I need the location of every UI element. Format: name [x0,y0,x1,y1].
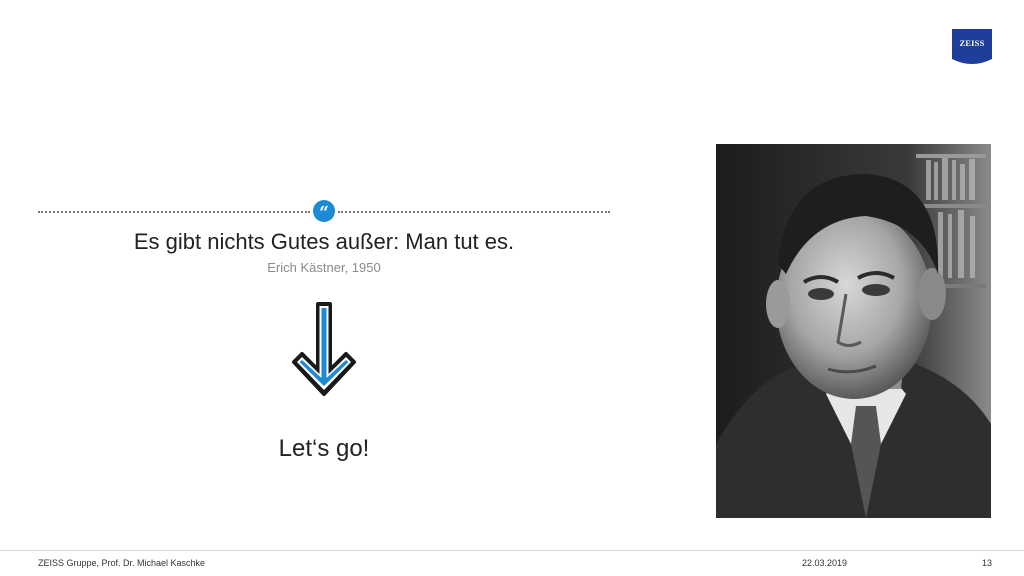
quote-author: Erich Kästner, 1950 [267,260,381,275]
cta-text: Let‘s go! [278,435,370,462]
zeiss-logo-shape [952,29,992,67]
portrait-photo [716,144,991,518]
footer-author: ZEISS Gruppe, Prof. Dr. Michael Kaschke [38,558,206,568]
quote-divider-right [338,211,610,213]
slide: ZEISS “ Es gibt nichts Gutes außer: Man … [0,0,1024,576]
footer-divider [0,550,1024,551]
quote-icon: “ [313,200,335,223]
zeiss-logo-text: ZEISS [959,38,985,48]
down-arrow-icon [288,300,360,404]
quote-divider-left [38,211,310,213]
zeiss-logo: ZEISS [952,29,992,67]
quote-text: Es gibt nichts Gutes außer: Man tut es. [133,229,515,254]
page-number: 13 [982,558,993,568]
footer-date: 22.03.2019 [802,558,848,568]
